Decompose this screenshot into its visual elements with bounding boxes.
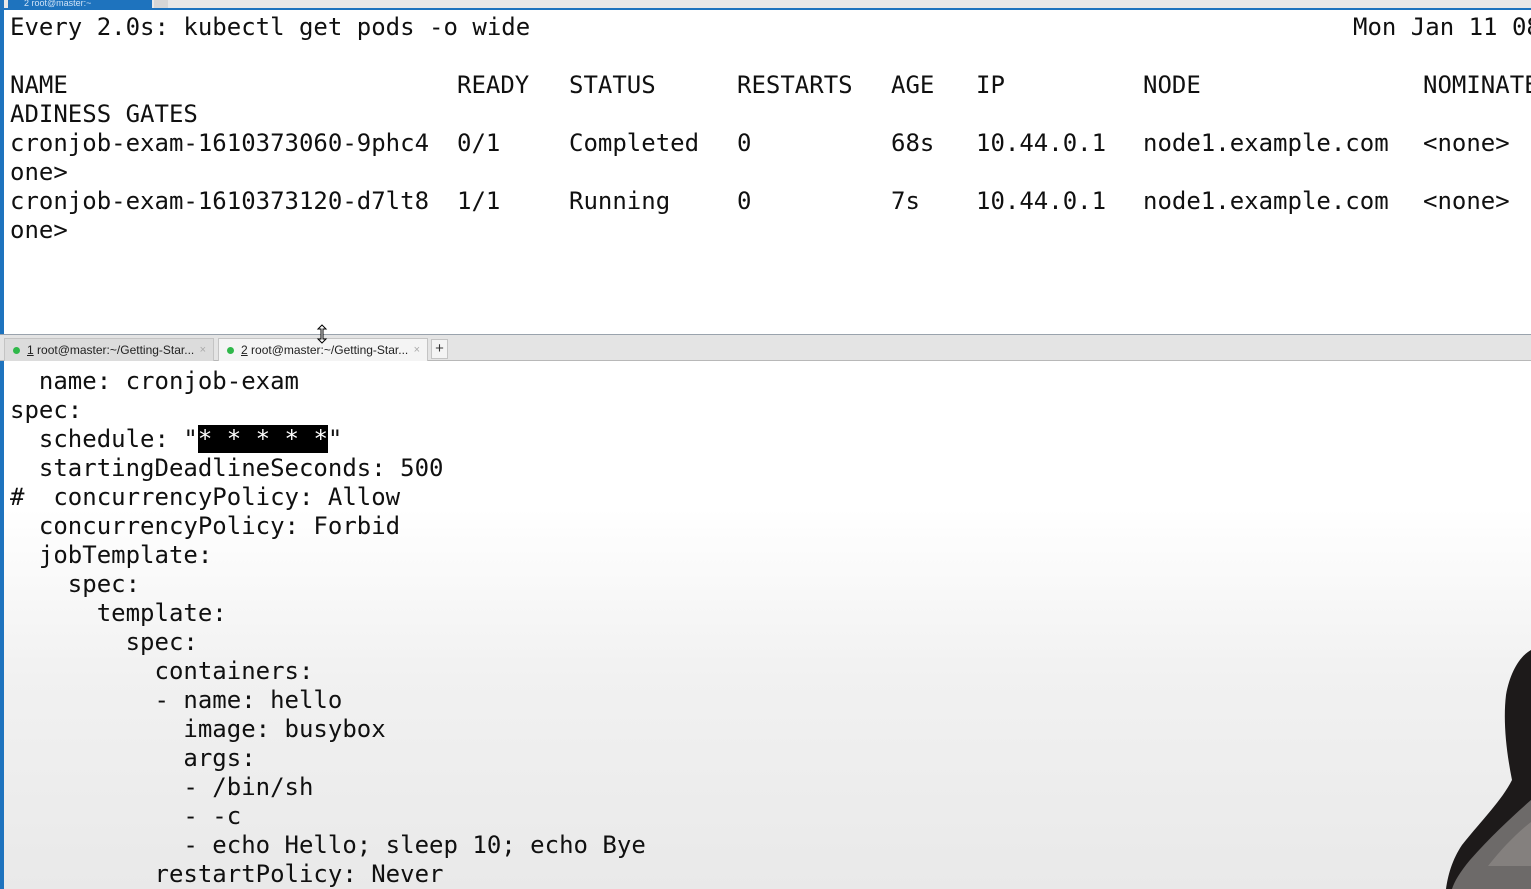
code-line-schedule: schedule: "* * * * *" xyxy=(10,425,342,454)
pod-wrap: one> xyxy=(10,158,68,186)
col-header-nominated: NOMINATE xyxy=(1423,71,1531,99)
pod-node: node1.example.com xyxy=(1143,129,1389,157)
terminal-window: 2 root@master:~ Every 2.0s: kubectl get … xyxy=(0,0,1531,889)
session-tab-number: 1 xyxy=(27,343,34,357)
col-header-age: AGE xyxy=(891,71,935,99)
connected-status-icon xyxy=(227,347,234,354)
code-line: spec: xyxy=(10,570,141,598)
code-line: name: cronjob-exam xyxy=(10,367,299,395)
pod-node: node1.example.com xyxy=(1143,187,1389,215)
pod-nominated: <none> xyxy=(1423,129,1510,157)
pod-ip: 10.44.0.1 xyxy=(976,187,1107,215)
code-line: args: xyxy=(10,744,256,772)
presenter-video-overlay xyxy=(1446,650,1531,889)
code-line: restartPolicy: Never xyxy=(10,860,444,888)
close-icon[interactable]: × xyxy=(414,339,420,361)
col-header-status: STATUS xyxy=(569,71,656,99)
code-line: - /bin/sh xyxy=(10,773,314,801)
top-active-tab[interactable]: 2 root@master:~ xyxy=(8,0,152,8)
session-tab-number: 2 xyxy=(241,343,248,357)
add-tab-button[interactable]: + xyxy=(431,339,448,359)
pod-age: 68s xyxy=(891,129,935,157)
code-line: containers: xyxy=(10,657,314,685)
pod-nominated: <none> xyxy=(1423,187,1510,215)
selected-text[interactable]: * * * * * xyxy=(197,425,328,453)
col-header-ready: READY xyxy=(457,71,530,99)
resize-cursor-icon xyxy=(316,324,328,344)
code-line: spec: xyxy=(10,396,83,424)
session-tab-bar: 1 root@master:~/Getting-Star... × 2 root… xyxy=(0,334,1531,361)
pod-wrap: one> xyxy=(10,216,68,244)
code-line: spec: xyxy=(10,628,198,656)
pod-name: cronjob-exam-1610373060-9phc4 xyxy=(10,129,430,157)
code-line: template: xyxy=(10,599,227,627)
col-header-name: NAME xyxy=(10,71,68,99)
top-tab-strip: 2 root@master:~ xyxy=(0,0,1531,10)
editor-pane[interactable]: name: cronjob-exam spec: schedule: "* * … xyxy=(4,361,1531,889)
code-line: # concurrencyPolicy: Allow xyxy=(10,483,401,511)
pod-restarts: 0 xyxy=(737,129,752,157)
code-line: concurrencyPolicy: Forbid xyxy=(10,512,401,540)
col-header-node: NODE xyxy=(1143,71,1201,99)
pod-ready: 1/1 xyxy=(457,187,501,215)
pod-ready: 0/1 xyxy=(457,129,501,157)
pod-age: 7s xyxy=(891,187,920,215)
code-line: - echo Hello; sleep 10; echo Bye xyxy=(10,831,646,859)
col-header-ip: IP xyxy=(976,71,1005,99)
watch-timestamp: Mon Jan 11 08 xyxy=(1353,13,1531,41)
watch-header: Every 2.0s: kubectl get pods -o wide xyxy=(10,13,531,41)
pod-status: Completed xyxy=(569,129,700,157)
connected-status-icon xyxy=(13,347,20,354)
pod-name: cronjob-exam-1610373120-d7lt8 xyxy=(10,187,430,215)
code-line: - name: hello xyxy=(10,686,343,714)
code-quote: " xyxy=(327,425,343,453)
top-inactive-tab[interactable] xyxy=(154,0,168,8)
col-header-wrap: ADINESS GATES xyxy=(10,100,198,128)
pod-restarts: 0 xyxy=(737,187,752,215)
code-line: image: busybox xyxy=(10,715,386,743)
close-icon[interactable]: × xyxy=(200,339,206,361)
code-line: startingDeadlineSeconds: 500 xyxy=(10,454,444,482)
session-tab-1[interactable]: 1 root@master:~/Getting-Star... × xyxy=(4,338,214,361)
code-line: schedule: " xyxy=(10,425,198,453)
col-header-restarts: RESTARTS xyxy=(737,71,853,99)
session-tab-label: root@master:~/Getting-Star... xyxy=(33,343,195,357)
pod-ip: 10.44.0.1 xyxy=(976,129,1107,157)
session-tab-label: root@master:~/Getting-Star... xyxy=(247,343,409,357)
watch-output-pane[interactable]: Every 2.0s: kubectl get pods -o wide Mon… xyxy=(4,10,1531,332)
code-line: - -c xyxy=(10,802,242,830)
code-line: jobTemplate: xyxy=(10,541,213,569)
pod-status: Running xyxy=(569,187,671,215)
